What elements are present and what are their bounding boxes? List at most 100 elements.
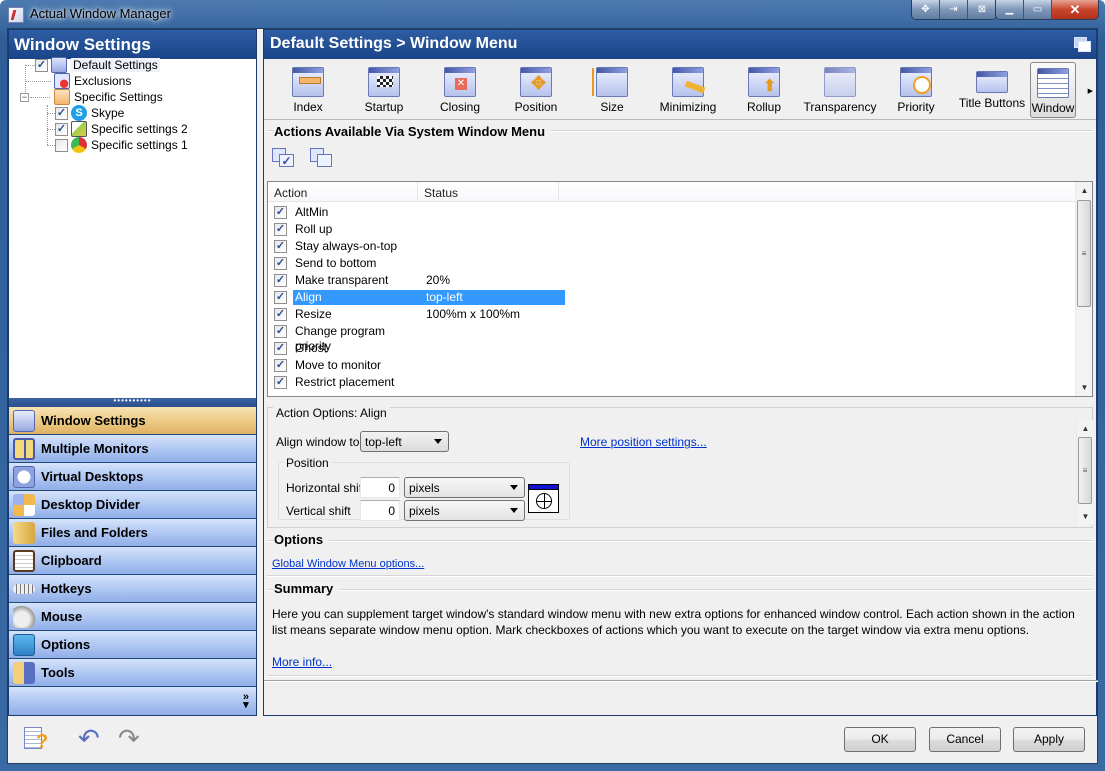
minimize-button[interactable]: ▁ xyxy=(996,0,1024,19)
nav-tools[interactable]: Tools xyxy=(9,659,256,687)
help-icon[interactable]: ? xyxy=(24,727,52,753)
horizontal-shift-unit-dropdown[interactable]: pixels xyxy=(404,477,525,498)
checkbox[interactable]: ✓ xyxy=(55,122,68,136)
scroll-up-arrow[interactable]: ▲ xyxy=(1077,420,1094,437)
tree-item-specific-settings[interactable]: Specific Settings xyxy=(51,89,163,105)
checkbox[interactable]: ✓ xyxy=(274,240,287,253)
list-item[interactable]: ✓ Ghost xyxy=(268,340,1092,357)
tree-item-default-settings[interactable]: ✓ Default Settings xyxy=(35,57,160,73)
apply-button[interactable]: Apply xyxy=(1013,727,1085,752)
options-scrollbar[interactable]: ▲ ≡ ▼ xyxy=(1076,420,1093,525)
pane-splitter[interactable]: •••••••••• xyxy=(9,397,256,407)
action-status xyxy=(424,205,565,220)
tab-minimizing[interactable]: Minimizing xyxy=(650,62,726,118)
tab-rollup[interactable]: ⬆ Rollup xyxy=(726,62,802,118)
tree-item-specific-settings-1[interactable]: Specific settings 1 xyxy=(55,137,188,153)
tab-size[interactable]: Size xyxy=(574,62,650,118)
checkbox[interactable] xyxy=(55,138,68,152)
list-item[interactable]: ✓ AltMin xyxy=(268,204,1092,221)
checkbox[interactable]: ✓ xyxy=(274,257,287,270)
list-item[interactable]: ✓ Stay always-on-top xyxy=(268,238,1092,255)
skype-icon: S xyxy=(71,105,87,121)
restore-window-icon[interactable] xyxy=(1074,37,1091,52)
scroll-thumb[interactable]: ≡ xyxy=(1078,437,1092,504)
more-info-link[interactable]: More info... xyxy=(272,655,332,669)
check-all-icon[interactable]: ✓ xyxy=(272,148,298,170)
nav-window-settings[interactable]: Window Settings xyxy=(9,407,256,435)
tab-position[interactable]: ✥ Position xyxy=(498,62,574,118)
tree-item-specific-settings-2[interactable]: ✓ Specific settings 2 xyxy=(55,121,188,137)
ok-button[interactable]: OK xyxy=(844,727,916,752)
undo-icon[interactable]: ↶ xyxy=(78,725,106,753)
nav-clipboard[interactable]: Clipboard xyxy=(9,547,256,575)
pin-icon[interactable]: ⇥ xyxy=(940,0,968,19)
nav-multiple-monitors[interactable]: Multiple Monitors xyxy=(9,435,256,463)
minimize-to-tray-icon[interactable]: ⊠ xyxy=(968,0,996,19)
list-item[interactable]: ✓ Move to monitor xyxy=(268,357,1092,374)
scroll-thumb[interactable]: ≡ xyxy=(1077,200,1091,307)
tab-transparency[interactable]: Transparency xyxy=(802,62,878,118)
horizontal-shift-input[interactable]: 0 xyxy=(360,477,400,498)
tab-priority[interactable]: Priority xyxy=(878,62,954,118)
tab-closing[interactable]: ✕ Closing xyxy=(422,62,498,118)
column-action[interactable]: Action xyxy=(268,182,418,201)
tab-window-menu[interactable]: Window xyxy=(1030,62,1076,118)
title-bar[interactable]: Actual Window Manager ✥ ⇥ ⊠ ▁ ▭ ✕ xyxy=(0,0,1105,28)
checkbox[interactable]: ✓ xyxy=(274,291,287,304)
list-item[interactable]: ✓ Roll up xyxy=(268,221,1092,238)
action-name: AltMin xyxy=(295,205,329,219)
nav-files-and-folders[interactable]: Files and Folders xyxy=(9,519,256,547)
close-button[interactable]: ✕ xyxy=(1052,0,1098,19)
list-item[interactable]: ✓ Restrict placement xyxy=(268,374,1092,391)
checkbox[interactable]: ✓ xyxy=(274,376,287,389)
tab-index[interactable]: Index xyxy=(270,62,346,118)
scroll-down-arrow[interactable]: ▼ xyxy=(1076,379,1092,396)
scroll-up-arrow[interactable]: ▲ xyxy=(1076,182,1092,199)
column-status[interactable]: Status xyxy=(418,182,559,201)
tab-title-buttons[interactable]: Title Buttons xyxy=(954,62,1030,118)
redo-icon[interactable]: ↷ xyxy=(118,725,146,753)
nav-virtual-desktops[interactable]: Virtual Desktops xyxy=(9,463,256,491)
move-icon[interactable]: ✥ xyxy=(912,0,940,19)
nav-mouse[interactable]: Mouse xyxy=(9,603,256,631)
toolbar-scroll-right[interactable]: ▶ xyxy=(1088,87,1093,95)
checkbox[interactable]: ✓ xyxy=(274,342,287,355)
action-name: Change program priority xyxy=(295,324,386,353)
left-pane-title: Window Settings xyxy=(9,30,256,59)
chevron-down-icon xyxy=(510,508,518,513)
nav-options[interactable]: Options xyxy=(9,631,256,659)
checkbox[interactable]: ✓ xyxy=(274,359,287,372)
uncheck-all-icon[interactable] xyxy=(310,148,336,170)
vertical-shift-unit-dropdown[interactable]: pixels xyxy=(404,500,525,521)
maximize-button[interactable]: ▭ xyxy=(1024,0,1052,19)
checkbox[interactable]: ✓ xyxy=(55,106,68,120)
more-nav-button[interactable]: » ▾ xyxy=(243,692,249,711)
nav-desktop-divider[interactable]: Desktop Divider xyxy=(9,491,256,519)
position-picker-icon[interactable] xyxy=(528,484,559,513)
list-item[interactable]: ✓ Align top-left xyxy=(268,289,1092,306)
tree-item-exclusions[interactable]: Exclusions xyxy=(51,73,131,89)
list-item[interactable]: ✓ Make transparent 20% xyxy=(268,272,1092,289)
list-item[interactable]: ✓ Change program priority xyxy=(268,323,1092,353)
transparency-icon xyxy=(824,67,856,97)
checkbox[interactable]: ✓ xyxy=(274,325,287,338)
checkbox[interactable]: ✓ xyxy=(35,58,48,72)
nav-hotkeys[interactable]: Hotkeys xyxy=(9,575,256,603)
cancel-button[interactable]: Cancel xyxy=(929,727,1001,752)
list-scrollbar[interactable]: ▲ ≡ ▼ xyxy=(1075,182,1092,396)
collapse-toggle[interactable]: − xyxy=(20,93,29,102)
scroll-down-arrow[interactable]: ▼ xyxy=(1077,508,1094,525)
vertical-shift-input[interactable]: 0 xyxy=(360,500,400,521)
checkbox[interactable]: ✓ xyxy=(274,223,287,236)
list-item[interactable]: ✓ Resize 100%m x 100%m xyxy=(268,306,1092,323)
list-item[interactable]: ✓ Send to bottom xyxy=(268,255,1092,272)
checkbox[interactable]: ✓ xyxy=(274,206,287,219)
checkbox[interactable]: ✓ xyxy=(274,274,287,287)
tree-item-skype[interactable]: ✓ S Skype xyxy=(55,105,124,121)
more-position-settings-link[interactable]: More position settings... xyxy=(580,435,707,449)
tab-startup[interactable]: Startup xyxy=(346,62,422,118)
minimize-arrow-icon xyxy=(672,67,706,97)
align-window-dropdown[interactable]: top-left xyxy=(360,431,449,452)
global-window-menu-options-link[interactable]: Global Window Menu options... xyxy=(272,558,424,570)
checkbox[interactable]: ✓ xyxy=(274,308,287,321)
